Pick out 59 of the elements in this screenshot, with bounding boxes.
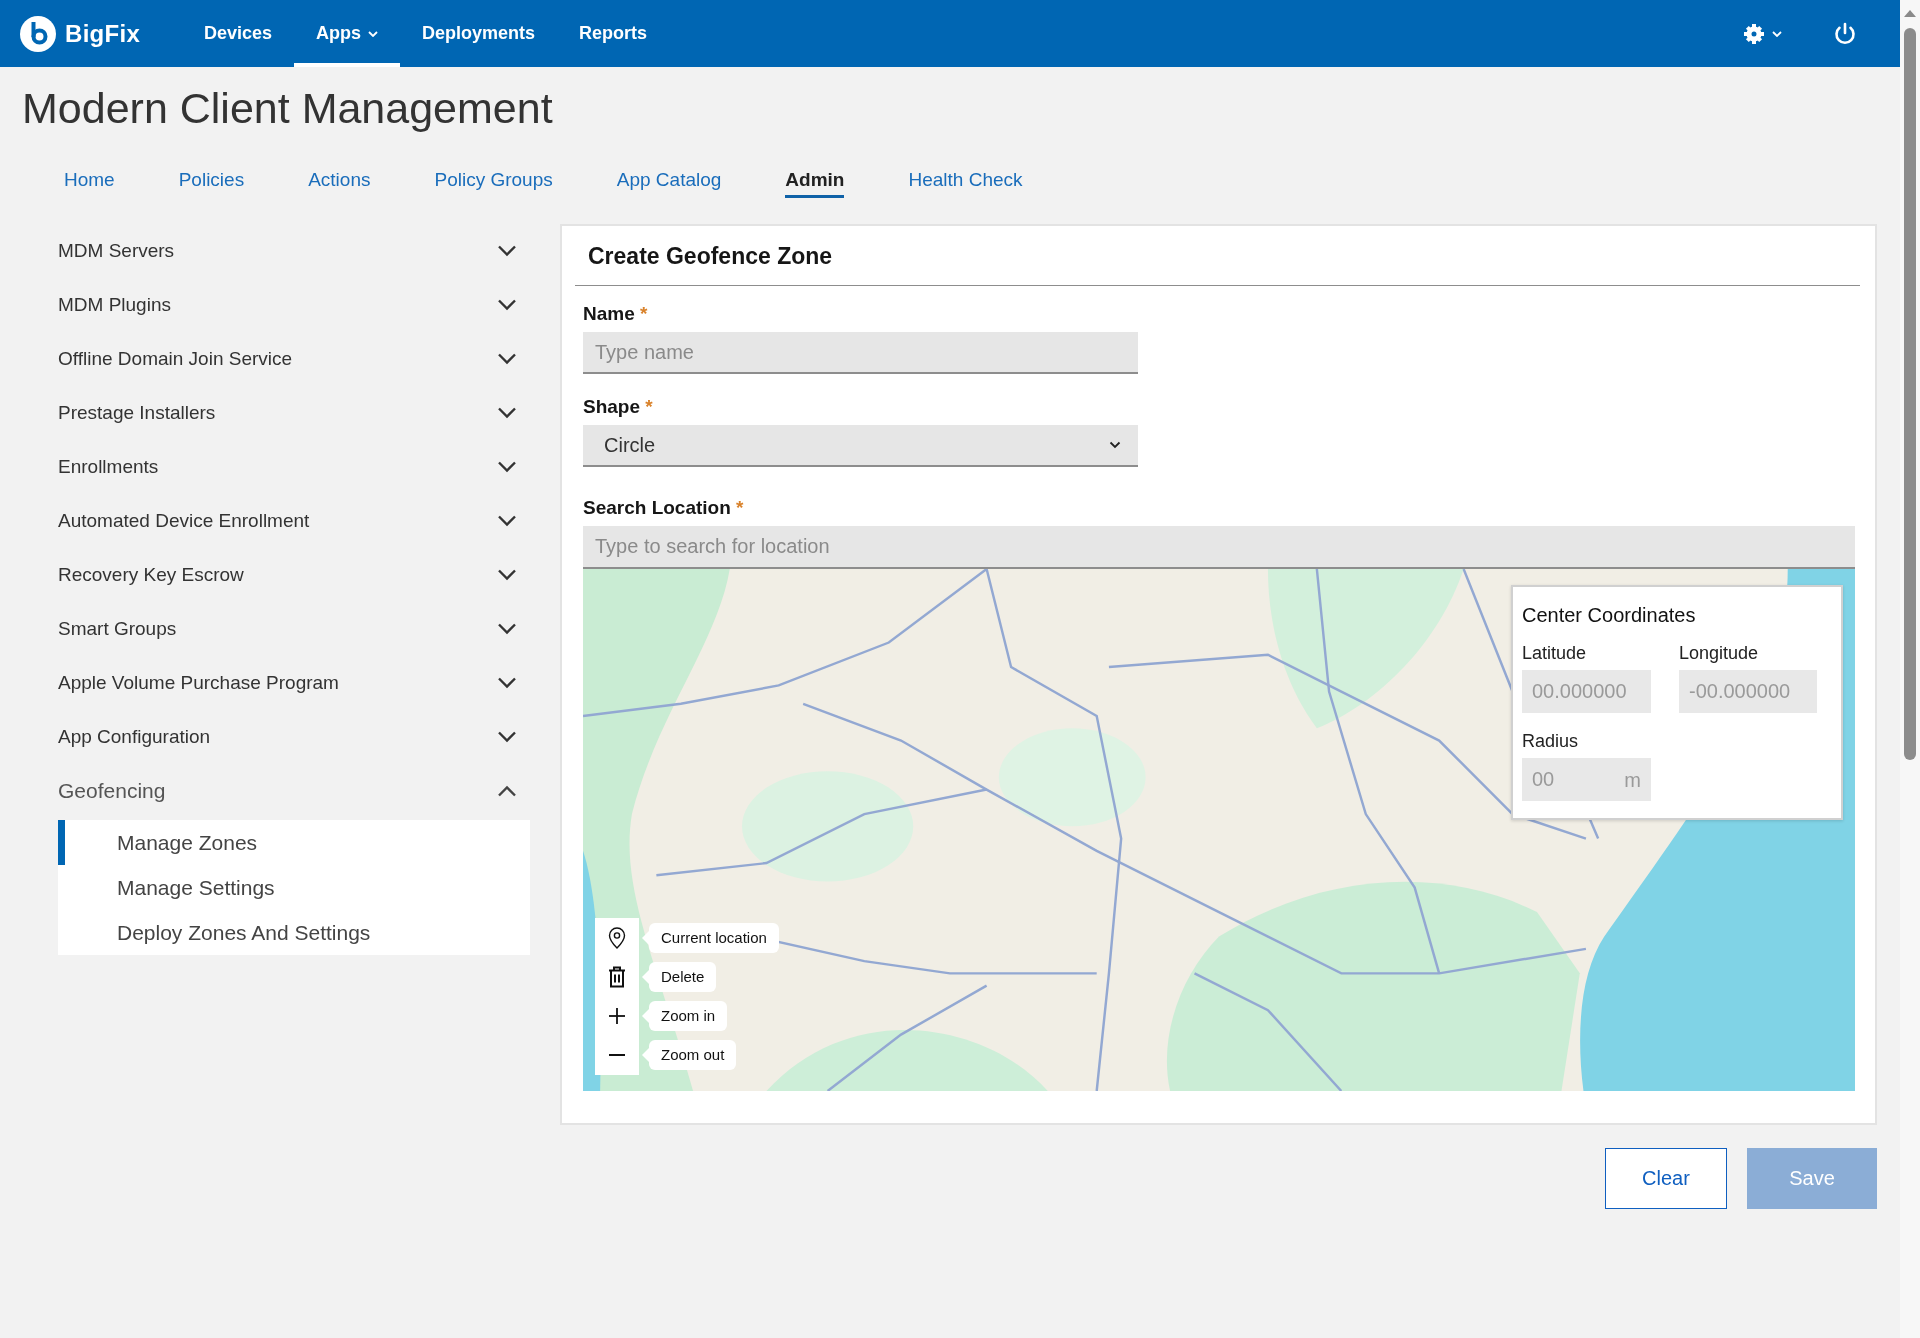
shape-select[interactable]: Circle: [583, 425, 1138, 467]
arrow-up-icon[interactable]: [1904, 10, 1916, 17]
tooltip: Delete: [642, 961, 717, 992]
tooltip: Zoom in: [642, 1000, 728, 1031]
minus-icon[interactable]: [609, 1053, 625, 1056]
sidebar-item[interactable]: Smart Groups: [58, 602, 530, 656]
tab[interactable]: Actions: [308, 169, 371, 198]
name-input[interactable]: Type name: [583, 332, 1138, 374]
nav-link[interactable]: Reports: [557, 0, 670, 67]
sidebar-item[interactable]: Recovery Key Escrow: [58, 548, 530, 602]
trash-icon[interactable]: [608, 965, 626, 988]
logo-icon: [20, 15, 56, 52]
tab[interactable]: Health Check: [908, 169, 1023, 198]
sidebar-item[interactable]: Enrollments: [58, 440, 530, 494]
sidebar-item[interactable]: MDM Plugins: [58, 278, 530, 332]
sidebar-item[interactable]: App Configuration: [58, 710, 530, 764]
field-label: Radius: [1522, 730, 1580, 752]
nav-link[interactable]: Apps: [294, 0, 401, 67]
submenu-item[interactable]: Deploy Zones And Settings: [58, 910, 530, 955]
nav-link[interactable]: Deployments: [400, 0, 558, 67]
submenu-item[interactable]: Manage Settings: [58, 865, 530, 910]
tooltip: Zoom out: [642, 1039, 737, 1070]
sidebar-item[interactable]: Geofencing: [58, 764, 530, 818]
tooltip: Current location: [642, 922, 779, 953]
field-label: Latitude: [1522, 642, 1588, 664]
clear-button[interactable]: Clear: [1605, 1148, 1727, 1209]
sidebar-item[interactable]: Prestage Installers: [58, 386, 530, 440]
scrollbar[interactable]: [1900, 0, 1920, 1338]
field-label: Longitude: [1679, 642, 1760, 664]
page-title: Modern Client Management: [22, 83, 554, 133]
panel-heading: Center Coordinates: [1522, 603, 1697, 627]
tab[interactable]: Policy Groups: [434, 169, 553, 198]
sidebar-item[interactable]: Offline Domain Join Service: [58, 332, 530, 386]
tab[interactable]: Home: [64, 169, 115, 198]
tab[interactable]: Admin: [785, 169, 845, 198]
sidebar-item[interactable]: Apple Volume Purchase Program: [58, 656, 530, 710]
longitude-input[interactable]: -00.000000: [1679, 670, 1817, 713]
sidebar-item[interactable]: Automated Device Enrollment: [58, 494, 530, 548]
nav-link[interactable]: Devices: [182, 0, 295, 67]
settings-icon[interactable]: [1744, 23, 1764, 44]
plus-icon[interactable]: [609, 1007, 625, 1024]
field-label: Search Location *: [583, 497, 745, 519]
caret-icon[interactable]: [1772, 30, 1782, 37]
sidebar-item[interactable]: MDM Servers: [58, 224, 530, 278]
field-label: Name *: [583, 303, 649, 325]
location-pin-icon[interactable]: [608, 926, 626, 949]
latitude-input[interactable]: 00.000000: [1522, 670, 1651, 713]
logo-text: BigFix: [65, 19, 141, 48]
field-label: Shape *: [583, 396, 654, 418]
search-input[interactable]: Type to search for location: [583, 526, 1855, 569]
caret-icon: [368, 30, 379, 37]
power-icon[interactable]: [1833, 21, 1857, 46]
chevron-down-icon: [1109, 441, 1121, 449]
tab[interactable]: App Catalog: [616, 169, 722, 198]
submenu-item[interactable]: Manage Zones: [58, 820, 530, 865]
panel-title: Create Geofence Zone: [587, 242, 834, 271]
tab[interactable]: Policies: [178, 169, 245, 198]
scrollbar-thumb[interactable]: [1904, 28, 1916, 760]
unit-label: m: [1624, 768, 1641, 791]
